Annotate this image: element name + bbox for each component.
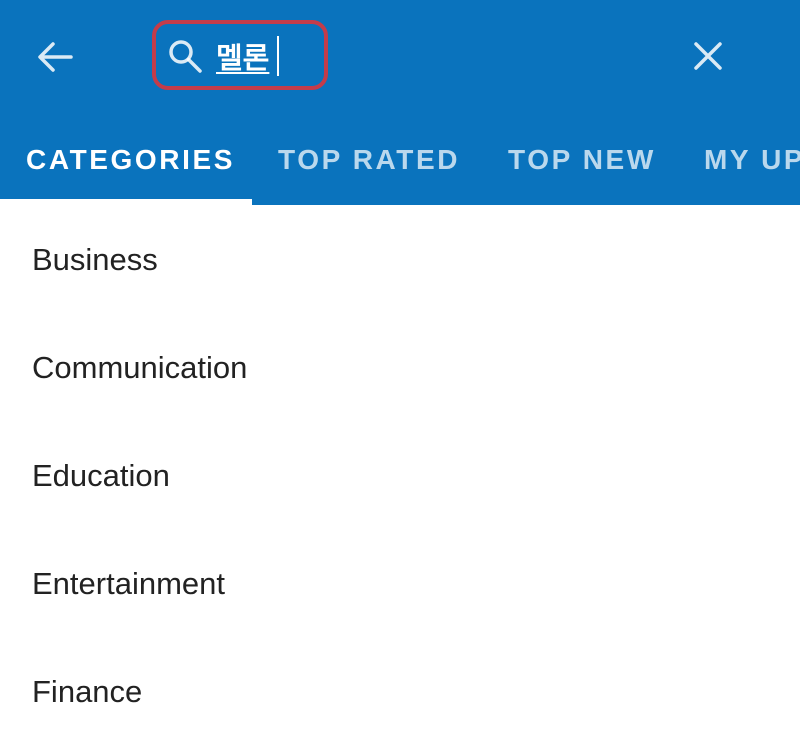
category-item-finance[interactable]: Finance (0, 637, 800, 745)
arrow-left-icon (38, 42, 73, 72)
category-item-education[interactable]: Education (0, 421, 800, 529)
back-button[interactable] (30, 36, 80, 78)
search-icon (169, 40, 202, 73)
category-item-business[interactable]: Business (0, 205, 800, 313)
category-item-communication[interactable]: Communication (0, 313, 800, 421)
tab-bar: CATEGORIES TOP RATED TOP NEW MY UP (0, 124, 800, 205)
category-item-entertainment[interactable]: Entertainment (0, 529, 800, 637)
tab-my-uploads[interactable]: MY UP (704, 124, 800, 205)
search-input[interactable] (216, 34, 316, 78)
tab-categories[interactable]: CATEGORIES (26, 124, 235, 205)
text-cursor (277, 36, 279, 76)
close-icon (694, 42, 722, 70)
tab-top-rated[interactable]: TOP RATED (278, 124, 460, 205)
app-bar: CATEGORIES TOP RATED TOP NEW MY UP (0, 0, 800, 205)
clear-search-button[interactable] (686, 34, 730, 78)
tab-top-new[interactable]: TOP NEW (508, 124, 656, 205)
category-list: Business Communication Education Enterta… (0, 205, 800, 745)
